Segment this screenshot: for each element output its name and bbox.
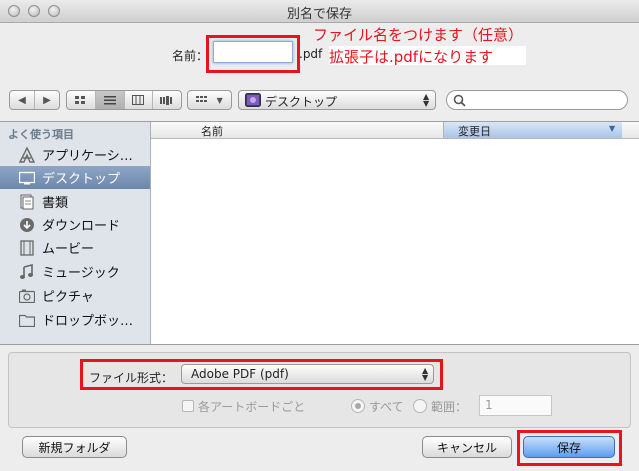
- cover-flow-button[interactable]: [152, 91, 181, 109]
- title-bar: 別名で保存: [0, 0, 639, 23]
- all-label: すべて: [369, 400, 404, 414]
- forward-arrow-icon: ▶: [43, 94, 51, 106]
- range-input[interactable]: 1: [479, 395, 552, 416]
- cover-flow-icon: [160, 95, 173, 105]
- back-arrow-icon: ◀: [18, 94, 26, 106]
- window-title: 別名で保存: [286, 7, 352, 22]
- range-label: 範囲：: [431, 400, 468, 414]
- cancel-button[interactable]: キャンセル: [422, 436, 512, 458]
- view-mode-control: [66, 90, 182, 110]
- column-header-name[interactable]: 名前: [201, 123, 223, 139]
- sidebar-item-label: ドロップボッ…: [42, 314, 134, 329]
- forward-button[interactable]: ▶: [34, 91, 59, 109]
- each-artboard-checkbox[interactable]: [182, 400, 194, 412]
- extension-annotation: 拡張子は.pdfになります: [329, 48, 494, 66]
- format-highlight-box: [80, 359, 443, 390]
- sidebar-item-applications[interactable]: アプリケーシ…: [0, 143, 150, 166]
- arrange-menu-button[interactable]: ▼: [187, 90, 232, 110]
- location-label: デスクトップ: [265, 95, 338, 109]
- popup-arrows-icon: ▲ ▼: [423, 92, 430, 108]
- sidebar-item-documents[interactable]: 書類: [0, 190, 150, 213]
- dropdown-arrow-icon: ▼: [216, 95, 223, 105]
- sidebar-item-pictures[interactable]: ピクチャ: [0, 284, 150, 307]
- sidebar-item-movies[interactable]: ムービー: [0, 236, 150, 259]
- save-as-label: 名前：: [171, 49, 208, 63]
- each-artboard-label: 各アートボードごと: [198, 400, 306, 414]
- desktop-icon: [18, 169, 36, 187]
- save-highlight-box: [517, 430, 622, 466]
- sidebar-item-music[interactable]: ミュージック: [0, 260, 150, 283]
- sidebar-item-downloads[interactable]: ダウンロード: [0, 213, 150, 236]
- sidebar-item-label: ムービー: [42, 242, 95, 257]
- column-header-label: 変更日: [458, 125, 491, 138]
- sidebar-item-desktop[interactable]: デスクトップ: [0, 166, 150, 189]
- sidebar-item-label: アプリケーシ…: [42, 149, 133, 164]
- sidebar-heading: よく使う項目: [8, 128, 74, 141]
- column-view-button[interactable]: [123, 91, 153, 109]
- extension-label: .pdf: [299, 47, 323, 61]
- column-header-date-modified[interactable]: 変更日 ▼: [443, 122, 622, 138]
- column-view-icon: [132, 95, 145, 105]
- file-list[interactable]: [151, 139, 639, 344]
- sidebar-item-label: デスクトップ: [42, 172, 121, 187]
- pictures-icon: [18, 287, 36, 305]
- filename-annotation: ファイル名をつけます（任意）: [313, 26, 524, 44]
- dropbox-folder-icon: [18, 311, 36, 329]
- sidebar-item-dropbox[interactable]: ドロップボッ…: [0, 308, 150, 331]
- movies-icon: [18, 239, 36, 257]
- sidebar-item-label: 書類: [42, 196, 69, 211]
- search-icon: [453, 94, 466, 107]
- filename-highlight-box: [206, 35, 300, 73]
- sidebar-item-label: ミュージック: [42, 266, 120, 281]
- sidebar-item-label: ピクチャ: [42, 290, 94, 305]
- file-list-header: 名前 変更日 ▼: [151, 122, 639, 139]
- location-popup[interactable]: デスクトップ ▲ ▼: [238, 90, 436, 110]
- sidebar-item-label: ダウンロード: [42, 219, 121, 234]
- sort-descending-icon: ▼: [609, 124, 616, 133]
- downloads-icon: [18, 216, 36, 234]
- arrange-grid-icon: [196, 95, 208, 102]
- radio-dot-icon: [355, 403, 361, 409]
- all-radio[interactable]: [351, 399, 365, 413]
- search-field[interactable]: [446, 90, 628, 110]
- list-view-icon: [103, 95, 116, 104]
- new-folder-button[interactable]: 新規フォルダ: [22, 436, 127, 458]
- sidebar: よく使う項目 アプリケーシ… デスクトップ 書類 ダウンロード ムービー ミュー…: [0, 122, 151, 344]
- music-icon: [18, 263, 36, 281]
- applications-icon: [18, 146, 36, 164]
- icon-view-icon: [75, 95, 86, 104]
- desktop-folder-icon: [245, 93, 261, 107]
- file-browser: よく使う項目 アプリケーシ… デスクトップ 書類 ダウンロード ムービー ミュー…: [0, 121, 639, 345]
- back-button[interactable]: ◀: [10, 91, 34, 109]
- documents-icon: [18, 193, 36, 211]
- icon-view-button[interactable]: [67, 91, 95, 109]
- back-forward-control: ◀ ▶: [9, 90, 60, 110]
- range-radio[interactable]: [413, 399, 427, 413]
- list-view-button[interactable]: [94, 91, 124, 109]
